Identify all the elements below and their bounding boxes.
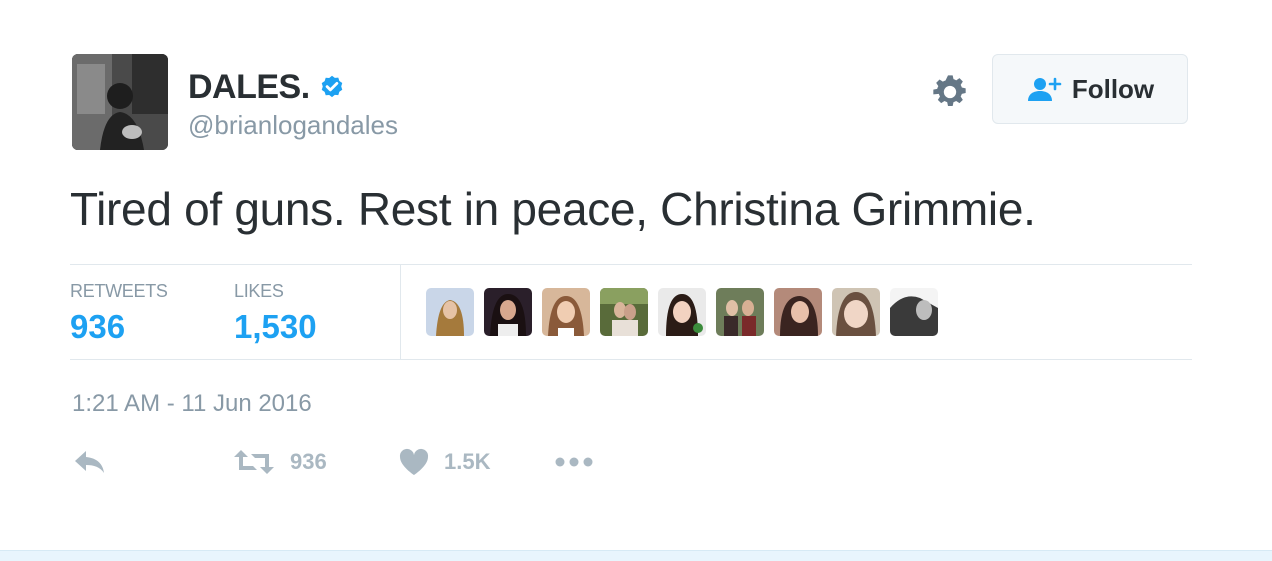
- like-button[interactable]: 1.5K: [398, 448, 490, 476]
- heart-icon: [399, 448, 429, 475]
- liker-avatars: [426, 288, 948, 336]
- liker-avatar[interactable]: [542, 288, 590, 336]
- liker-avatar[interactable]: [658, 288, 706, 336]
- likes-stat[interactable]: LIKES 1,530: [234, 281, 317, 346]
- more-dots-icon: [555, 457, 593, 467]
- reply-icon: [75, 451, 104, 473]
- liker-avatar[interactable]: [716, 288, 764, 336]
- display-name[interactable]: DALES.: [188, 68, 310, 107]
- more-button[interactable]: [554, 452, 596, 472]
- liker-avatar[interactable]: [774, 288, 822, 336]
- retweets-stat[interactable]: RETWEETS 936: [70, 281, 168, 346]
- tweet-timestamp[interactable]: 1:21 AM - 11 Jun 2016: [72, 390, 312, 418]
- follow-label: Follow: [1071, 73, 1155, 104]
- liker-avatar[interactable]: [890, 288, 938, 336]
- verified-badge-icon: [321, 75, 342, 97]
- liker-avatar[interactable]: [600, 288, 648, 336]
- reply-area-edge: [0, 550, 1272, 561]
- liker-avatar[interactable]: [832, 288, 880, 336]
- avatar-photo: [72, 54, 168, 150]
- follow-button[interactable]: Follow: [992, 54, 1188, 124]
- liker-avatar[interactable]: [426, 288, 474, 336]
- retweets-label: RETWEETS: [70, 281, 168, 301]
- retweets-value: 936: [70, 308, 126, 345]
- stats-divider: [400, 265, 401, 359]
- tweet-text: Tired of guns. Rest in peace, Christina …: [70, 183, 1036, 235]
- liker-avatar[interactable]: [484, 288, 532, 336]
- retweet-count: 936: [290, 449, 327, 474]
- avatar[interactable]: [72, 54, 168, 150]
- retweet-button[interactable]: 936: [232, 448, 327, 476]
- retweet-icon: [234, 450, 274, 474]
- likes-label: LIKES: [234, 281, 284, 301]
- gear-icon[interactable]: [930, 72, 970, 112]
- likes-value: 1,530: [234, 308, 317, 345]
- like-count: 1.5K: [444, 449, 491, 474]
- reply-button[interactable]: [72, 448, 108, 476]
- add-user-icon: [1027, 77, 1062, 101]
- tweet-stats: RETWEETS 936 LIKES 1,530: [70, 264, 1192, 360]
- username[interactable]: @brianlogandales: [188, 110, 398, 141]
